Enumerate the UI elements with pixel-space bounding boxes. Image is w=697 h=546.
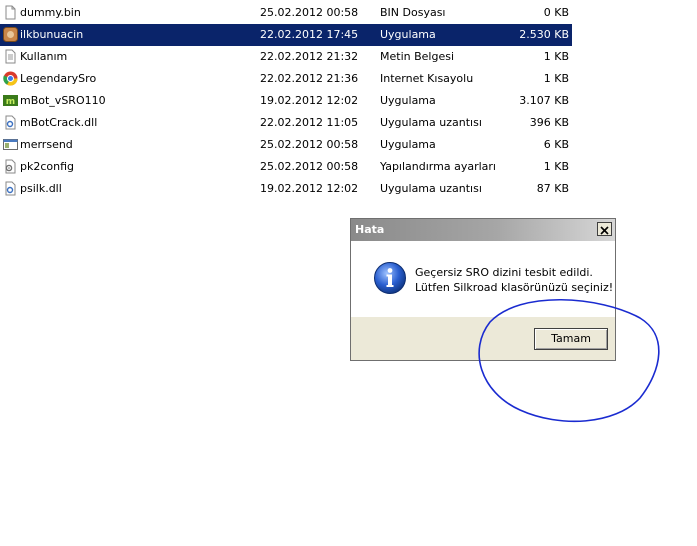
file-icon	[3, 5, 18, 20]
file-size: 3.107 KB	[519, 94, 569, 107]
chrome-icon	[3, 71, 18, 86]
file-date: 19.02.2012 12:02	[260, 182, 359, 195]
file-type: Uygulama	[380, 138, 436, 151]
file-date: 22.02.2012 21:32	[260, 50, 359, 63]
file-row[interactable]: dummy.bin 25.02.2012 00:58 BIN Dosyası 0 KB	[0, 2, 572, 24]
file-type: Uygulama uzantısı	[380, 182, 482, 195]
text-file-icon	[3, 49, 18, 64]
file-size: 0 KB	[543, 6, 569, 19]
dialog-body: Geçersiz SRO dizini tesbit edildi. Lütfe…	[351, 241, 615, 317]
file-date: 25.02.2012 00:58	[260, 160, 359, 173]
file-name: pk2config	[20, 160, 75, 173]
file-date: 22.02.2012 21:36	[260, 72, 359, 85]
file-type: Uygulama	[380, 94, 436, 107]
file-name: Kullanım	[20, 50, 68, 63]
dialog-title: Hata	[355, 223, 385, 236]
file-name: mBot_vSRO110	[20, 94, 106, 107]
dll-icon	[3, 115, 18, 130]
file-size: 2.530 KB	[519, 28, 569, 41]
file-row[interactable]: pk2config 25.02.2012 00:58 Yapılandırma ay…	[0, 156, 572, 178]
dialog-message: Geçersiz SRO dizini tesbit edildi. Lütfe…	[415, 265, 613, 295]
file-row[interactable]: LegendarySro 22.02.2012 21:36 Internet Kıs…	[0, 68, 572, 90]
mbot-icon: m	[3, 93, 18, 108]
dialog-message-line1: Geçersiz SRO dizini tesbit edildi.	[415, 266, 593, 279]
file-type: BIN Dosyası	[380, 6, 446, 19]
info-icon	[374, 262, 406, 294]
file-name: dummy.bin	[20, 6, 81, 19]
close-button[interactable]	[597, 222, 612, 236]
dialog-titlebar[interactable]: Hata	[351, 219, 615, 241]
file-type: Uygulama uzantısı	[380, 116, 482, 129]
file-name: LegendarySro	[20, 72, 97, 85]
file-size: 1 KB	[543, 160, 569, 173]
file-row[interactable]: mBotCrack.dll 22.02.2012 11:05 Uygulama uz…	[0, 112, 572, 134]
file-size: 1 KB	[543, 72, 569, 85]
error-dialog: Hata Geçersiz SRO dizini tesbit edildi. …	[350, 218, 616, 361]
file-date: 19.02.2012 12:02	[260, 94, 359, 107]
file-date: 22.02.2012 11:05	[260, 116, 359, 129]
file-row[interactable]: merrsend 25.02.2012 00:58 Uygulama 6 KB	[0, 134, 572, 156]
file-type: Internet Kısayolu	[380, 72, 474, 85]
close-icon	[600, 226, 609, 235]
file-date: 22.02.2012 17:45	[260, 28, 359, 41]
file-list: dummy.bin 25.02.2012 00:58 BIN Dosyası 0 KB…	[0, 2, 572, 200]
file-type: Yapılandırma ayarları	[380, 160, 496, 173]
file-size: 87 KB	[536, 182, 569, 195]
file-name: merrsend	[20, 138, 73, 151]
file-row[interactable]: m mBot_vSRO110 19.02.2012 12:02 Uygulama 3.1…	[0, 90, 572, 112]
file-date: 25.02.2012 00:58	[260, 138, 359, 151]
dialog-message-line2: Lütfen Silkroad klasörünüzü seçiniz!	[415, 281, 614, 294]
dll-icon	[3, 181, 18, 196]
file-row[interactable]: psilk.dll 19.02.2012 12:02 Uygulama uzantı…	[0, 178, 572, 200]
ok-button[interactable]: Tamam	[534, 328, 608, 350]
file-size: 396 KB	[529, 116, 569, 129]
svg-text:m: m	[6, 97, 15, 107]
file-size: 6 KB	[543, 138, 569, 151]
file-name: mBotCrack.dll	[20, 116, 98, 129]
file-date: 25.02.2012 00:58	[260, 6, 359, 19]
app-icon	[3, 27, 18, 42]
file-row[interactable]: ilkbunuacin 22.02.2012 17:45 Uygulama 2.530…	[0, 24, 572, 46]
file-name: ilkbunuacin	[20, 28, 84, 41]
file-name: psilk.dll	[20, 182, 62, 195]
file-size: 1 KB	[543, 50, 569, 63]
file-row[interactable]: Kullanım 22.02.2012 21:32 Metin Belgesi 1 K…	[0, 46, 572, 68]
file-type: Metin Belgesi	[380, 50, 455, 63]
window-app-icon	[3, 137, 18, 152]
file-type: Uygulama	[380, 28, 436, 41]
config-icon	[3, 159, 18, 174]
